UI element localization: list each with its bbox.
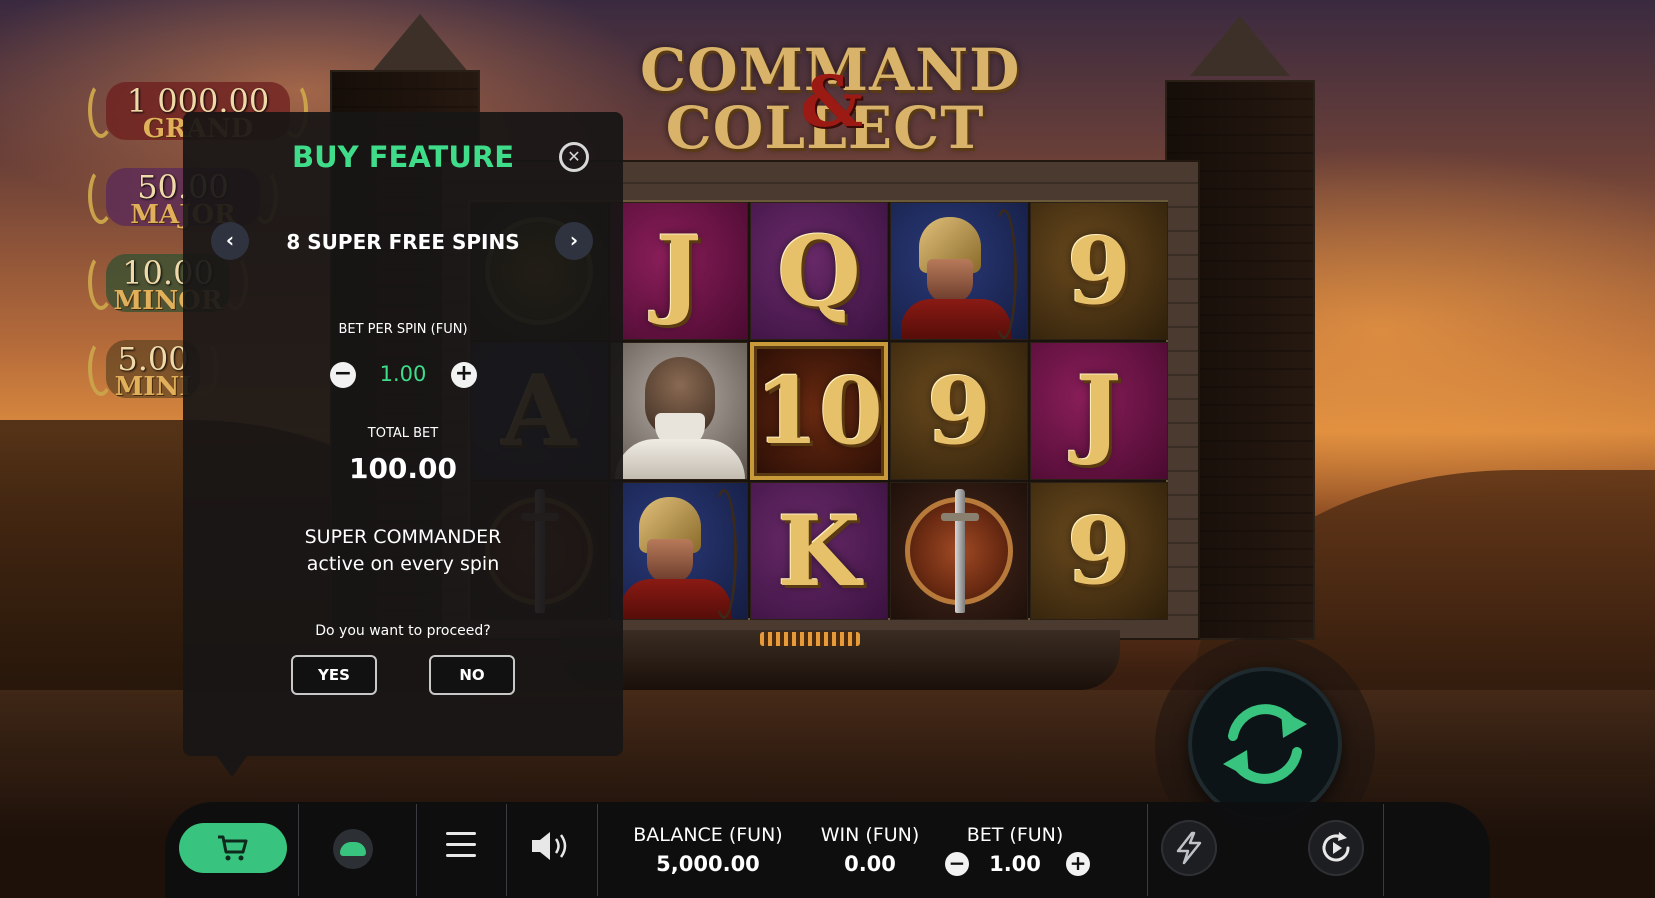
bet-label: BET (FUN) xyxy=(966,824,1064,846)
sword-icon xyxy=(955,489,965,613)
tower-roof-left xyxy=(370,14,470,74)
bar-divider xyxy=(1147,804,1148,896)
tower-roof-right xyxy=(1190,16,1290,76)
reel-symbol-praying-monk xyxy=(610,342,748,480)
feature-description-line-1: SUPER COMMANDER xyxy=(304,526,502,548)
balance-value: 5,000.00 xyxy=(656,852,760,876)
yes-button[interactable]: YES xyxy=(291,655,377,695)
speaker-icon[interactable] xyxy=(528,828,574,864)
feature-name: 8 SUPER FREE SPINS xyxy=(286,230,520,254)
bet-decrease-button[interactable]: − xyxy=(330,362,356,388)
buy-feature-button[interactable] xyxy=(179,823,287,873)
spin-button[interactable] xyxy=(1188,667,1342,821)
total-bet-label: TOTAL BET xyxy=(367,426,439,441)
reel-symbol: 9 xyxy=(1030,482,1168,620)
lightning-icon xyxy=(1176,831,1202,865)
bar-divider xyxy=(416,804,417,896)
bet-value: 1.00 xyxy=(989,852,1041,876)
bet-increase-button[interactable]: + xyxy=(1066,852,1090,876)
chevron-right-icon[interactable]: › xyxy=(555,222,593,260)
bet-decrease-button[interactable]: − xyxy=(945,852,969,876)
reel-symbol: 10 xyxy=(750,342,888,480)
reel-symbol: 9 xyxy=(1030,202,1168,340)
replay-button[interactable] xyxy=(1308,820,1364,876)
balance-label: BALANCE (FUN) xyxy=(633,824,783,846)
win-label: WIN (FUN) xyxy=(820,824,920,846)
glowing-grate xyxy=(760,632,860,646)
autoplay-toggle-icon xyxy=(340,842,366,856)
bet-per-spin-value: 1.00 xyxy=(379,362,427,386)
total-bet-value: 100.00 xyxy=(348,452,458,485)
menu-icon[interactable] xyxy=(446,832,476,860)
reel-symbol: J xyxy=(1030,342,1168,480)
reel-symbol-archer-warrior xyxy=(610,482,748,620)
bar-divider xyxy=(1383,804,1384,896)
bar-divider xyxy=(506,804,507,896)
dialog-pointer xyxy=(216,755,248,777)
bar-divider xyxy=(298,804,299,896)
praying-monk-icon xyxy=(611,343,747,479)
logo-ampersand: & xyxy=(800,60,864,143)
proceed-question: Do you want to proceed? xyxy=(315,623,491,639)
bet-per-spin-label: BET PER SPIN (FUN) xyxy=(338,322,468,337)
reel-symbol-sword-shield xyxy=(890,482,1028,620)
turbo-button[interactable] xyxy=(1161,820,1217,876)
archer-warrior-icon xyxy=(891,203,1027,339)
win-value: 0.00 xyxy=(844,852,896,876)
replay-icon xyxy=(1322,832,1350,862)
reel-symbol: J xyxy=(610,202,748,340)
cart-icon xyxy=(218,835,248,861)
close-icon[interactable]: ✕ xyxy=(559,142,589,172)
game-logo: COMMAND COLLECT & xyxy=(640,36,1019,166)
spin-arrows-icon xyxy=(1223,704,1307,784)
bar-divider xyxy=(597,804,598,896)
bet-increase-button[interactable]: + xyxy=(451,362,477,388)
reel-symbol: K xyxy=(750,482,888,620)
reel-symbol: Q xyxy=(750,202,888,340)
no-button[interactable]: NO xyxy=(429,655,515,695)
buy-feature-dialog: BUY FEATURE ✕ ‹ 8 SUPER FREE SPINS › BET… xyxy=(183,112,623,756)
feature-description-line-2: active on every spin xyxy=(306,553,500,575)
archer-warrior-icon xyxy=(611,483,747,619)
autoplay-toggle[interactable] xyxy=(333,829,373,869)
reel-symbol-archer-warrior xyxy=(890,202,1028,340)
reel-symbol: 9 xyxy=(890,342,1028,480)
buy-feature-title: BUY FEATURE xyxy=(291,140,515,174)
